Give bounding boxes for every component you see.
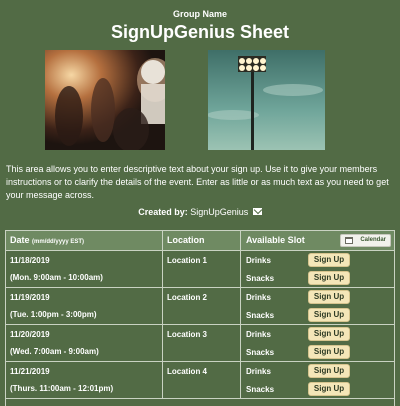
calendar-button[interactable]: Calendar bbox=[340, 234, 391, 247]
calendar-icon bbox=[345, 237, 353, 244]
date-value: 11/19/2019 bbox=[10, 293, 50, 302]
date-column-header: Date (mm/dd/yyyy EST) bbox=[6, 231, 163, 250]
created-by-label: Created by: bbox=[138, 207, 188, 217]
creator-name[interactable]: SignUpGenius bbox=[190, 207, 248, 217]
slot-cell: Drinks Sign Up Snacks Sign Up bbox=[241, 251, 394, 287]
group-name: Group Name bbox=[172, 9, 227, 19]
slot-drinks: Drinks Sign Up bbox=[246, 253, 399, 268]
sign-up-button[interactable]: Sign Up bbox=[308, 253, 350, 267]
created-by: Created by: SignUpGenius bbox=[0, 206, 400, 218]
date-value: 11/18/2019 bbox=[10, 256, 50, 265]
slot-name: Drinks bbox=[246, 293, 271, 302]
sheet-description: This area allows you to enter descriptiv… bbox=[6, 164, 389, 200]
slot-name: Drinks bbox=[246, 256, 271, 265]
slot-name: Drinks bbox=[246, 330, 271, 339]
slot-snacks: Snacks Sign Up bbox=[246, 271, 399, 286]
table-row: 11/19/2019 (Tue. 1:00pm - 3:00pm) Locati… bbox=[6, 288, 394, 325]
page-header: Group Name SignUpGenius Sheet bbox=[0, 0, 400, 43]
date-cell: 11/21/2019 (Thurs. 11:00am - 12:01pm) bbox=[6, 362, 163, 398]
slot-cell: Drinks Sign Up Snacks Sign Up bbox=[241, 362, 394, 398]
slot-name: Snacks bbox=[246, 311, 275, 320]
header-images bbox=[0, 50, 400, 150]
envelope-icon[interactable] bbox=[252, 208, 262, 215]
location-cell: Location 4 bbox=[163, 362, 241, 398]
sign-up-button[interactable]: Sign Up bbox=[308, 290, 350, 304]
location-cell: Location 1 bbox=[163, 251, 241, 287]
slot-snacks: Snacks Sign Up bbox=[246, 382, 399, 397]
date-format-label: (mm/dd/yyyy EST) bbox=[32, 239, 85, 245]
time-value: (Tue. 1:00pm - 3:00pm) bbox=[10, 310, 97, 319]
time-value: (Wed. 7:00am - 9:00am) bbox=[10, 347, 99, 356]
table-row: 11/20/2019 (Wed. 7:00am - 9:00am) Locati… bbox=[6, 325, 394, 362]
table-row: 11/21/2019 (Thurs. 11:00am - 12:01pm) Lo… bbox=[6, 362, 394, 399]
slot-snacks: Snacks Sign Up bbox=[246, 308, 399, 323]
slot-snacks: Snacks Sign Up bbox=[246, 345, 399, 360]
sign-up-button[interactable]: Sign Up bbox=[308, 345, 350, 359]
location-cell: Location 2 bbox=[163, 288, 241, 324]
sign-up-button[interactable]: Sign Up bbox=[308, 327, 350, 341]
slot-name: Drinks bbox=[246, 367, 271, 376]
time-value: (Mon. 9:00am - 10:00am) bbox=[10, 273, 103, 282]
slot-header-label: Available Slot bbox=[246, 235, 305, 245]
slot-name: Snacks bbox=[246, 274, 275, 283]
table-header: Date (mm/dd/yyyy EST) Location Available… bbox=[6, 231, 394, 251]
location-cell: Location 3 bbox=[163, 325, 241, 361]
slot-drinks: Drinks Sign Up bbox=[246, 327, 399, 342]
page-title: SignUpGenius Sheet bbox=[110, 22, 290, 42]
sign-up-button[interactable]: Sign Up bbox=[308, 308, 350, 322]
calendar-button-label: Calendar bbox=[360, 237, 386, 243]
slot-cell: Drinks Sign Up Snacks Sign Up bbox=[241, 325, 394, 361]
time-value: (Thurs. 11:00am - 12:01pm) bbox=[10, 384, 114, 393]
signup-table: Date (mm/dd/yyyy EST) Location Available… bbox=[5, 230, 395, 406]
sign-up-button[interactable]: Sign Up bbox=[308, 364, 350, 378]
sign-up-button[interactable]: Sign Up bbox=[308, 382, 350, 396]
table-row: 11/18/2019 (Mon. 9:00am - 10:00am) Locat… bbox=[6, 251, 394, 288]
date-header-label: Date bbox=[10, 235, 30, 245]
football-players-photo bbox=[45, 50, 165, 150]
date-cell: 11/18/2019 (Mon. 9:00am - 10:00am) bbox=[6, 251, 163, 287]
date-cell: 11/19/2019 (Tue. 1:00pm - 3:00pm) bbox=[6, 288, 163, 324]
slot-drinks: Drinks Sign Up bbox=[246, 364, 399, 379]
location-column-header: Location bbox=[163, 231, 241, 250]
stadium-lights-photo bbox=[208, 50, 325, 150]
date-value: 11/21/2019 bbox=[10, 367, 50, 376]
date-cell: 11/20/2019 (Wed. 7:00am - 9:00am) bbox=[6, 325, 163, 361]
slot-cell: Drinks Sign Up Snacks Sign Up bbox=[241, 288, 394, 324]
sign-up-button[interactable]: Sign Up bbox=[308, 271, 350, 285]
date-value: 11/20/2019 bbox=[10, 330, 50, 339]
slot-name: Snacks bbox=[246, 348, 275, 357]
slot-column-header: Available Slot Calendar bbox=[241, 231, 394, 250]
slot-name: Snacks bbox=[246, 385, 275, 394]
slot-drinks: Drinks Sign Up bbox=[246, 290, 399, 305]
